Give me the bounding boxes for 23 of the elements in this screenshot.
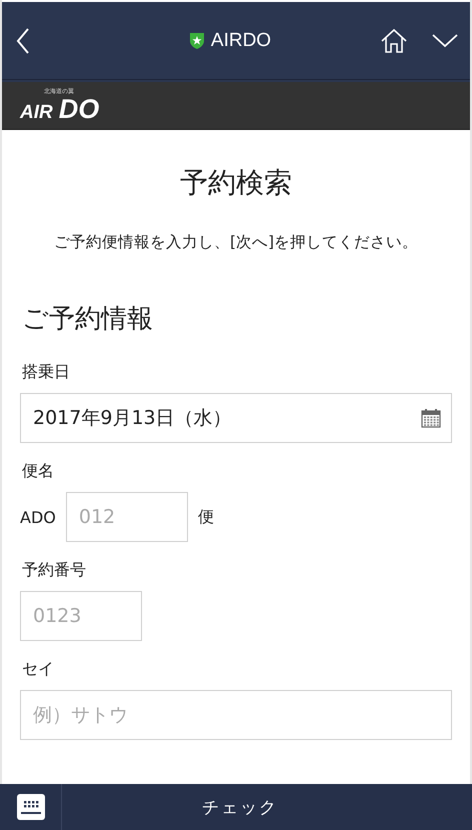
home-icon [380,28,408,54]
logo-wordmark: AIR [20,102,53,124]
name-field[interactable]: 例）サトウ [20,690,452,740]
shield-icon [188,32,205,50]
date-field[interactable]: 2017年9月13日（水） [20,393,452,443]
app-title: AIRDO [210,30,272,52]
field-label: 便名 [22,461,55,482]
calendar-icon [421,408,441,428]
field-label: セイ [22,659,55,680]
logo-wordmark: DO [58,96,100,122]
flight-suffix: 便 [198,506,214,528]
page-title: 予約検索 [179,165,293,201]
flight-prefix: ADO [20,508,56,526]
field-label: 予約番号 [22,560,87,581]
back-icon [16,28,30,54]
chevron-down-icon [432,34,458,48]
instruction-text: ご予約便情報を入力し、[次へ]を押してください。 [52,232,420,253]
keyboard-icon [16,794,44,820]
check-button[interactable]: チェック [62,784,472,830]
reservation-number-field[interactable]: 0123 [20,591,142,641]
field-label: 搭乗日 [22,362,71,383]
flight-number-field[interactable]: 012 [66,492,188,542]
section-heading: ご予約情報 [22,303,154,336]
